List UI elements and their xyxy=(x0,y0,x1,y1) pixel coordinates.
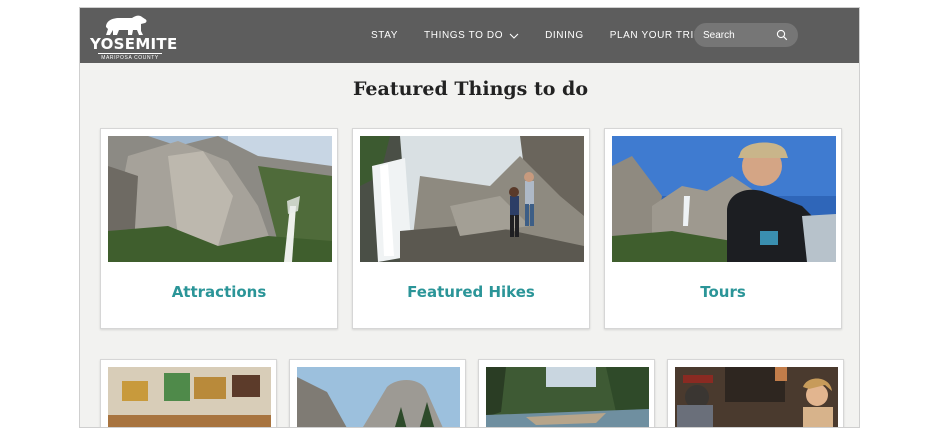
river-forest-photo xyxy=(486,367,649,427)
featured-card-featured-hikes[interactable]: Featured Hikes xyxy=(352,128,590,329)
page-title: Featured Things to do xyxy=(352,78,589,100)
hikers-waterfall-photo xyxy=(360,136,584,262)
bear-icon xyxy=(106,15,147,35)
card-label: Featured Hikes xyxy=(407,283,535,301)
waterfall-cliff-photo xyxy=(108,136,332,262)
site-header: YOSEMITE MARIPOSA COUNTY STAY THINGS TO … xyxy=(80,8,859,63)
logo-wordmark: YOSEMITE xyxy=(90,35,178,53)
nav-item-label: DINING xyxy=(545,30,584,41)
tour-guide-valley-photo xyxy=(612,136,836,262)
nav-item-label: THINGS TO DO xyxy=(424,30,504,41)
old-west-photo xyxy=(675,367,838,427)
featured-card-attractions[interactable]: Attractions xyxy=(100,128,338,329)
more-card-gallery[interactable] xyxy=(100,359,277,427)
search-input[interactable] xyxy=(703,27,773,43)
browser-viewport: YOSEMITE MARIPOSA COUNTY STAY THINGS TO … xyxy=(79,7,860,428)
more-card-old-west[interactable] xyxy=(667,359,844,427)
search-icon[interactable] xyxy=(776,29,788,41)
half-dome-photo xyxy=(297,367,460,427)
card-label: Attractions xyxy=(171,283,267,301)
nav-item-things-to-do[interactable]: THINGS TO DO xyxy=(424,30,519,41)
main-nav: STAY THINGS TO DO DINING PLAN YOUR TRIP xyxy=(371,8,743,63)
card-label: Tours xyxy=(700,283,746,301)
more-card-half-dome[interactable] xyxy=(289,359,466,427)
search-box xyxy=(694,23,798,47)
more-card-river[interactable] xyxy=(478,359,655,427)
featured-card-tours[interactable]: Tours xyxy=(604,128,842,329)
site-logo[interactable]: YOSEMITE MARIPOSA COUNTY xyxy=(90,13,178,61)
nav-item-dining[interactable]: DINING xyxy=(545,30,584,41)
art-gallery-photo xyxy=(108,367,271,427)
nav-item-stay[interactable]: STAY xyxy=(371,30,398,41)
chevron-down-icon xyxy=(509,33,519,39)
nav-item-label: STAY xyxy=(371,30,399,41)
nav-item-label: PLAN YOUR TRIP xyxy=(609,30,702,41)
logo-tagline: MARIPOSA COUNTY xyxy=(98,53,162,61)
